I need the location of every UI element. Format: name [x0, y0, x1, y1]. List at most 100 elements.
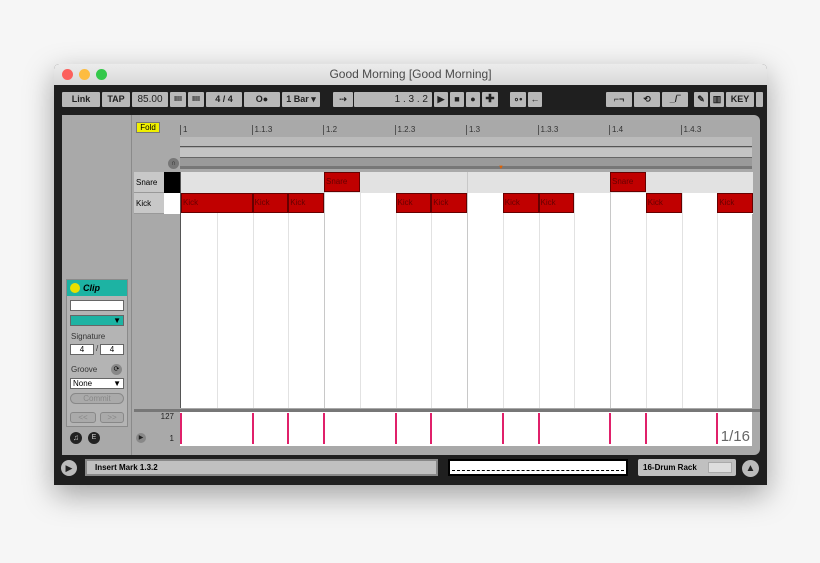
quantize-value: 1 Bar — [286, 94, 309, 104]
tempo-field[interactable]: 85.00 — [132, 92, 168, 107]
velocity-lane[interactable]: 1/16 — [180, 412, 752, 446]
next-button[interactable]: >> — [100, 412, 124, 423]
zoom-button[interactable] — [96, 69, 107, 80]
automation-arm-icon[interactable]: ∘• — [510, 92, 526, 107]
commit-button[interactable]: Commit — [70, 393, 124, 404]
clip-name-field[interactable] — [70, 300, 124, 311]
overdub-button[interactable]: ✚ — [482, 92, 498, 107]
control-bar: Link TAP 85.00 IIII IIII 4 / 4 O● 1 Bar … — [54, 85, 767, 113]
scrub-area[interactable]: ▼ — [180, 158, 752, 171]
clip-color-menu[interactable]: ▼ — [70, 315, 124, 326]
clip-title: Clip — [83, 283, 100, 293]
grid-line — [324, 172, 325, 408]
beat-ruler[interactable]: 1 1.1.3 1.2 1.2.3 1.3 1.3.3 1.4 1.4.3 — [180, 123, 752, 137]
midi-map-button[interactable] — [756, 92, 763, 107]
velocity-scale: 127 1 ▶ — [134, 412, 180, 446]
envelopes-icon[interactable]: E — [88, 432, 100, 444]
key-map-button[interactable]: KEY — [726, 92, 754, 107]
note-kick[interactable]: Kick — [395, 193, 432, 213]
title-bar: Good Morning [Good Morning] — [54, 64, 767, 85]
follow-button[interactable]: ⇢ — [333, 92, 353, 107]
groove-value: None — [73, 379, 93, 388]
groove-pool-icon[interactable]: ⟳ — [111, 364, 122, 375]
grid-line — [467, 172, 468, 408]
velocity-marker[interactable] — [430, 413, 433, 444]
groove-menu[interactable]: None ▼ — [70, 378, 124, 389]
velocity-marker[interactable] — [180, 413, 182, 444]
stop-button[interactable]: ■ — [450, 92, 464, 107]
midi-note-editor: Fold 1 1.1.3 1.2 1.2.3 1.3 1.3.3 1.4 1.4.3 ▼ ∩ … — [134, 115, 760, 455]
lane-swatch[interactable] — [164, 193, 180, 214]
selected-track-device[interactable]: 16-Drum Rack — [638, 459, 736, 476]
groove-label: Groove — [71, 365, 98, 374]
loop-button[interactable]: ⟲ — [634, 92, 660, 107]
note-kick[interactable]: Kick — [502, 193, 539, 213]
nudge-up-button[interactable]: IIII — [188, 92, 204, 107]
start-end-markers[interactable] — [180, 148, 752, 158]
lane-header-snare[interactable]: Snare — [134, 172, 180, 193]
velocity-marker[interactable] — [537, 413, 540, 444]
grid-size-label: 1/16 — [720, 428, 750, 445]
metronome-button[interactable]: O● — [244, 92, 280, 107]
note-kick[interactable]: Kick — [645, 193, 682, 213]
computer-midi-keyboard-icon[interactable]: ▥ — [710, 92, 724, 107]
note-kick[interactable]: Kick — [717, 193, 753, 213]
signature-label: Signature — [71, 332, 106, 341]
lane-name: Kick — [136, 199, 152, 208]
show-info-view-icon[interactable]: ▶ — [61, 460, 77, 476]
velocity-marker[interactable] — [251, 413, 254, 444]
ruler-label: 1.2 — [323, 125, 337, 135]
note-kick[interactable]: Kick — [181, 193, 253, 213]
notes-icon[interactable]: ♫ — [70, 432, 82, 444]
clip-overview[interactable] — [448, 459, 628, 476]
show-detail-view-icon[interactable]: ▲ — [742, 460, 759, 477]
position-field[interactable]: 1 . 3 . 2 — [354, 92, 432, 107]
velocity-marker[interactable] — [644, 413, 647, 444]
velocity-marker[interactable] — [323, 413, 325, 444]
signature-field[interactable]: 4 / 4 — [206, 92, 242, 107]
note-snare[interactable]: Snare — [324, 172, 360, 192]
note-kick[interactable]: Kick — [288, 193, 324, 213]
signature-numerator[interactable]: 4 — [70, 344, 94, 355]
fold-button[interactable]: Fold — [136, 122, 160, 133]
clip-activator-icon[interactable] — [70, 283, 80, 293]
velocity-marker[interactable] — [287, 413, 290, 444]
minimize-button[interactable] — [79, 69, 90, 80]
play-button[interactable]: ▶ — [434, 92, 448, 107]
back-to-arrangement-button[interactable]: ← — [528, 92, 542, 107]
clip-box: Clip ▼ Signature 4 / 4 Groove ⟳ None ▼ Co… — [66, 279, 128, 427]
lane-header-kick[interactable]: Kick — [134, 193, 180, 214]
punch-out-button[interactable]: _/‾ — [662, 92, 688, 107]
punch-in-button[interactable]: ⌐¬ — [606, 92, 632, 107]
draw-mode-icon[interactable]: ✎ — [694, 92, 708, 107]
insert-marker-icon: ▼ — [498, 165, 504, 171]
close-button[interactable] — [62, 69, 73, 80]
window-title: Good Morning [Good Morning] — [329, 67, 492, 81]
tap-button[interactable]: TAP — [102, 92, 130, 107]
grid-line — [359, 172, 361, 408]
clip-header: Clip — [67, 280, 127, 296]
preview-headphones-icon[interactable]: ∩ — [168, 158, 179, 169]
note-kick[interactable]: Kick — [252, 193, 289, 213]
velocity-play-icon[interactable]: ▶ — [136, 433, 146, 443]
velocity-marker[interactable] — [394, 413, 397, 444]
velocity-marker[interactable] — [501, 413, 504, 444]
quantize-menu[interactable]: 1 Bar ▾ — [282, 92, 320, 107]
signature-denominator[interactable]: 4 — [100, 344, 124, 355]
loop-brace[interactable] — [180, 137, 752, 147]
note-grid[interactable]: Snare Snare Kick Kick Kick Kick Kick Kick Kick Ki… — [180, 172, 753, 408]
velocity-marker[interactable] — [716, 413, 719, 444]
note-kick[interactable]: Kick — [431, 193, 467, 213]
link-button[interactable]: Link — [62, 92, 100, 107]
velocity-marker[interactable] — [609, 413, 611, 444]
note-snare[interactable]: Snare — [610, 172, 646, 192]
grid-line — [681, 172, 683, 408]
lane-swatch[interactable] — [164, 172, 180, 193]
lane-name: Snare — [136, 178, 158, 187]
prev-button[interactable]: << — [70, 412, 96, 423]
record-button[interactable]: ● — [466, 92, 480, 107]
status-bar: ▶ Insert Mark 1.3.2 16-Drum Rack ▲ — [54, 455, 767, 485]
note-kick[interactable]: Kick — [538, 193, 575, 213]
nudge-down-button[interactable]: IIII — [170, 92, 186, 107]
grid-line — [610, 172, 611, 408]
